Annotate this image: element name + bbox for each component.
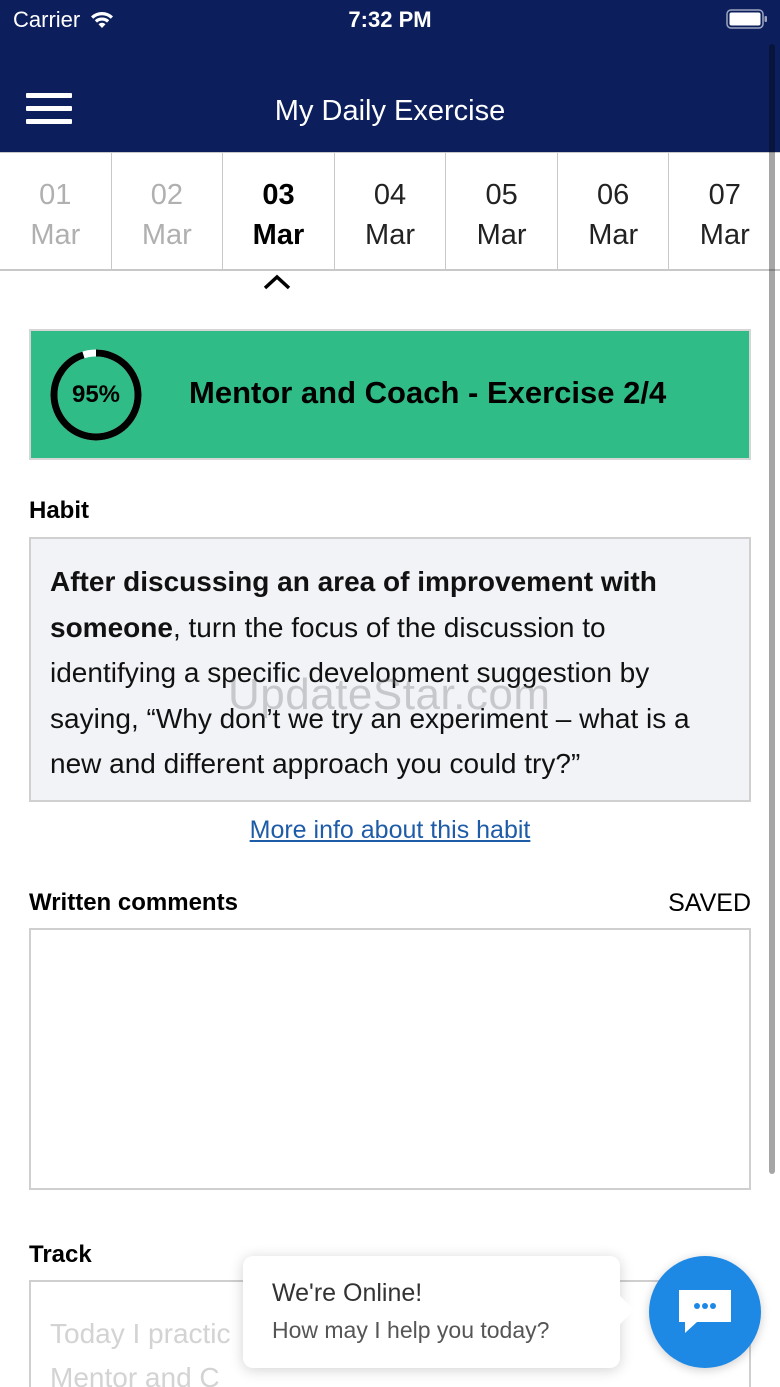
progress-percent: 95% (71, 381, 121, 408)
date-tab-07[interactable]: 07 Mar (669, 153, 780, 269)
date-month: Mar (252, 219, 305, 251)
comments-label: Written comments (29, 889, 238, 916)
date-day: 05 (485, 179, 518, 211)
page-title: My Daily Exercise (274, 95, 506, 127)
date-month: Mar (699, 219, 750, 251)
date-tab-06[interactable]: 06 Mar (558, 153, 670, 269)
caret-up-icon (263, 274, 291, 290)
exercise-progress-card[interactable]: 95% Mentor and Coach - Exercise 2/4 (29, 329, 751, 460)
app-header: Carrier 7:32 PM My Daily Exercise (0, 0, 780, 152)
date-tab-05[interactable]: 05 Mar (446, 153, 558, 269)
chat-greeting-bubble[interactable]: We're Online! How may I help you today? (243, 1256, 635, 1368)
watermark: UpdateStar.com (228, 670, 551, 719)
date-day: 03 (262, 179, 295, 211)
track-label: Track (29, 1241, 92, 1268)
chat-title: We're Online! (272, 1279, 423, 1307)
date-day: 01 (39, 179, 72, 211)
date-day: 04 (373, 179, 407, 211)
date-month: Mar (588, 219, 639, 251)
chat-icon (679, 1290, 731, 1333)
status-bar: Carrier 7:32 PM (0, 0, 780, 40)
more-info-link[interactable]: More info about this habit (0, 816, 780, 845)
date-day: 02 (150, 179, 183, 211)
date-month: Mar (365, 219, 415, 251)
clock: 7:32 PM (348, 7, 432, 32)
date-tab-04[interactable]: 04 Mar (335, 153, 447, 269)
chat-subtitle: How may I help you today? (272, 1317, 550, 1343)
date-selector: 01 Mar 02 Mar 03 Mar 04 Mar 05 Mar 06 Mar 07 Mar (0, 152, 780, 271)
date-tab-01[interactable]: 01 Mar (0, 153, 112, 269)
date-tab-03[interactable]: 03 Mar (223, 153, 335, 269)
comments-textarea[interactable] (29, 928, 751, 1190)
habit-label: Habit (29, 497, 89, 524)
date-month: Mar (30, 219, 81, 251)
date-tab-02[interactable]: 02 Mar (112, 153, 224, 269)
date-month: Mar (476, 219, 527, 251)
date-day: 07 (708, 179, 741, 211)
saved-status: SAVED (668, 889, 751, 917)
scrollbar[interactable] (769, 44, 775, 1174)
date-day: 06 (597, 179, 630, 211)
exercise-title: Mentor and Coach - Exercise 2/4 (189, 375, 667, 410)
date-month: Mar (141, 219, 192, 251)
chat-launcher-button[interactable] (649, 1256, 761, 1368)
battery-icon (726, 9, 767, 29)
